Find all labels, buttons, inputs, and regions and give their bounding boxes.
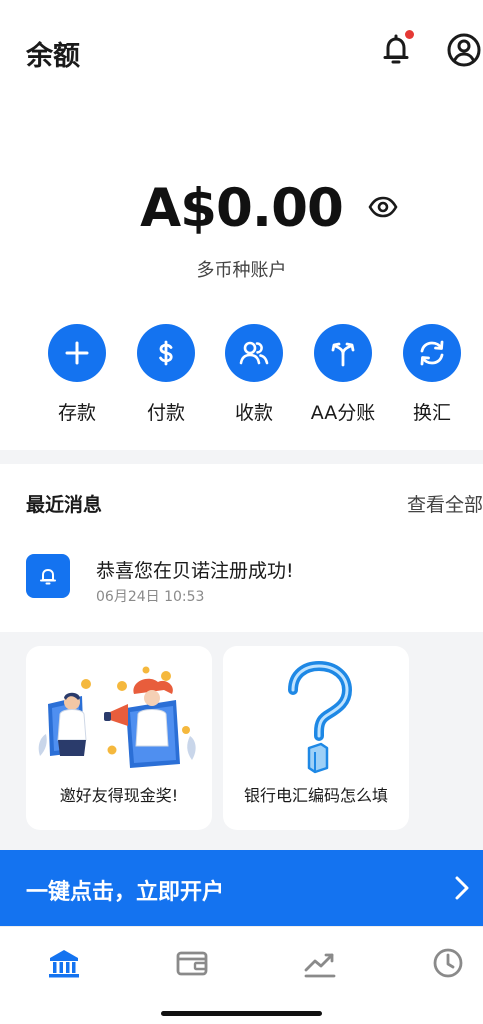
referral-card[interactable]: 邀好友得现金奖! xyxy=(26,646,212,830)
exchange-button[interactable]: 换汇 xyxy=(392,324,472,425)
chart-line-icon xyxy=(304,953,336,978)
header: 余额 xyxy=(0,0,483,100)
home-indicator xyxy=(161,1011,322,1016)
wire-code-help-card[interactable]: 银行电汇编码怎么填 xyxy=(223,646,409,830)
split-bill-circle xyxy=(314,324,372,382)
tab-home[interactable] xyxy=(46,945,82,981)
referral-illustration xyxy=(38,666,196,768)
user-circle-icon xyxy=(447,33,481,67)
receive-circle xyxy=(225,324,283,382)
view-all-link[interactable]: 查看全部 xyxy=(407,490,483,517)
open-account-label: 一键点击，立即开户 xyxy=(26,880,225,905)
tab-markets[interactable] xyxy=(302,945,338,981)
wire-code-caption: 银行电汇编码怎么填 xyxy=(243,786,388,805)
referral-caption: 邀好友得现金奖! xyxy=(59,786,179,805)
pay-circle xyxy=(137,324,195,382)
tab-wallet[interactable] xyxy=(174,945,210,981)
receive-label: 收款 xyxy=(234,402,273,424)
receive-button[interactable]: 收款 xyxy=(214,324,294,425)
deposit-button[interactable]: 存款 xyxy=(37,324,117,425)
split-bill-button[interactable]: AA分账 xyxy=(303,324,383,425)
balance-amount: A$0.00 xyxy=(140,178,344,239)
exchange-icon xyxy=(420,340,444,366)
question-mark-illustration xyxy=(288,660,353,774)
deposit-circle xyxy=(48,324,106,382)
wallet-icon xyxy=(176,951,208,976)
exchange-circle xyxy=(403,324,461,382)
balance-section: A$0.00 xyxy=(0,178,483,239)
dollar-icon xyxy=(159,340,173,366)
users-icon xyxy=(239,341,269,365)
pay-button[interactable]: 付款 xyxy=(126,324,206,425)
split-bill-label: AA分账 xyxy=(310,402,376,424)
split-icon xyxy=(331,342,355,367)
profile-button[interactable] xyxy=(444,30,483,70)
plus-icon xyxy=(65,341,89,365)
deposit-label: 存款 xyxy=(57,402,96,424)
clock-icon xyxy=(433,948,463,978)
bottom-tab-bar xyxy=(0,926,483,1024)
recent-messages-heading: 最近消息 xyxy=(26,494,103,516)
unread-dot xyxy=(405,30,414,39)
bank-icon xyxy=(49,950,79,978)
tab-history[interactable] xyxy=(430,945,466,981)
eye-icon[interactable] xyxy=(368,196,398,218)
chevron-right-icon xyxy=(455,876,469,900)
message-icon-badge xyxy=(26,554,70,598)
bell-icon xyxy=(40,569,56,585)
notification-button[interactable] xyxy=(376,30,416,70)
quick-actions: 存款 付款 收款 AA分账 换汇 xyxy=(0,324,483,434)
account-type-label: 多币种账户 xyxy=(196,260,287,281)
open-account-banner[interactable]: 一键点击，立即开户 xyxy=(0,850,483,926)
pay-label: 付款 xyxy=(146,402,185,424)
page-title: 余额 xyxy=(26,41,80,72)
message-title: 恭喜您在贝诺注册成功! xyxy=(96,560,294,582)
exchange-label: 换汇 xyxy=(412,402,451,424)
message-timestamp: 06月24日 10:53 xyxy=(96,589,205,605)
message-item[interactable]: 恭喜您在贝诺注册成功! 06月24日 10:53 xyxy=(26,552,466,605)
recent-messages-section: 最近消息 查看全部 恭喜您在贝诺注册成功! 06月24日 10:53 xyxy=(0,464,483,632)
